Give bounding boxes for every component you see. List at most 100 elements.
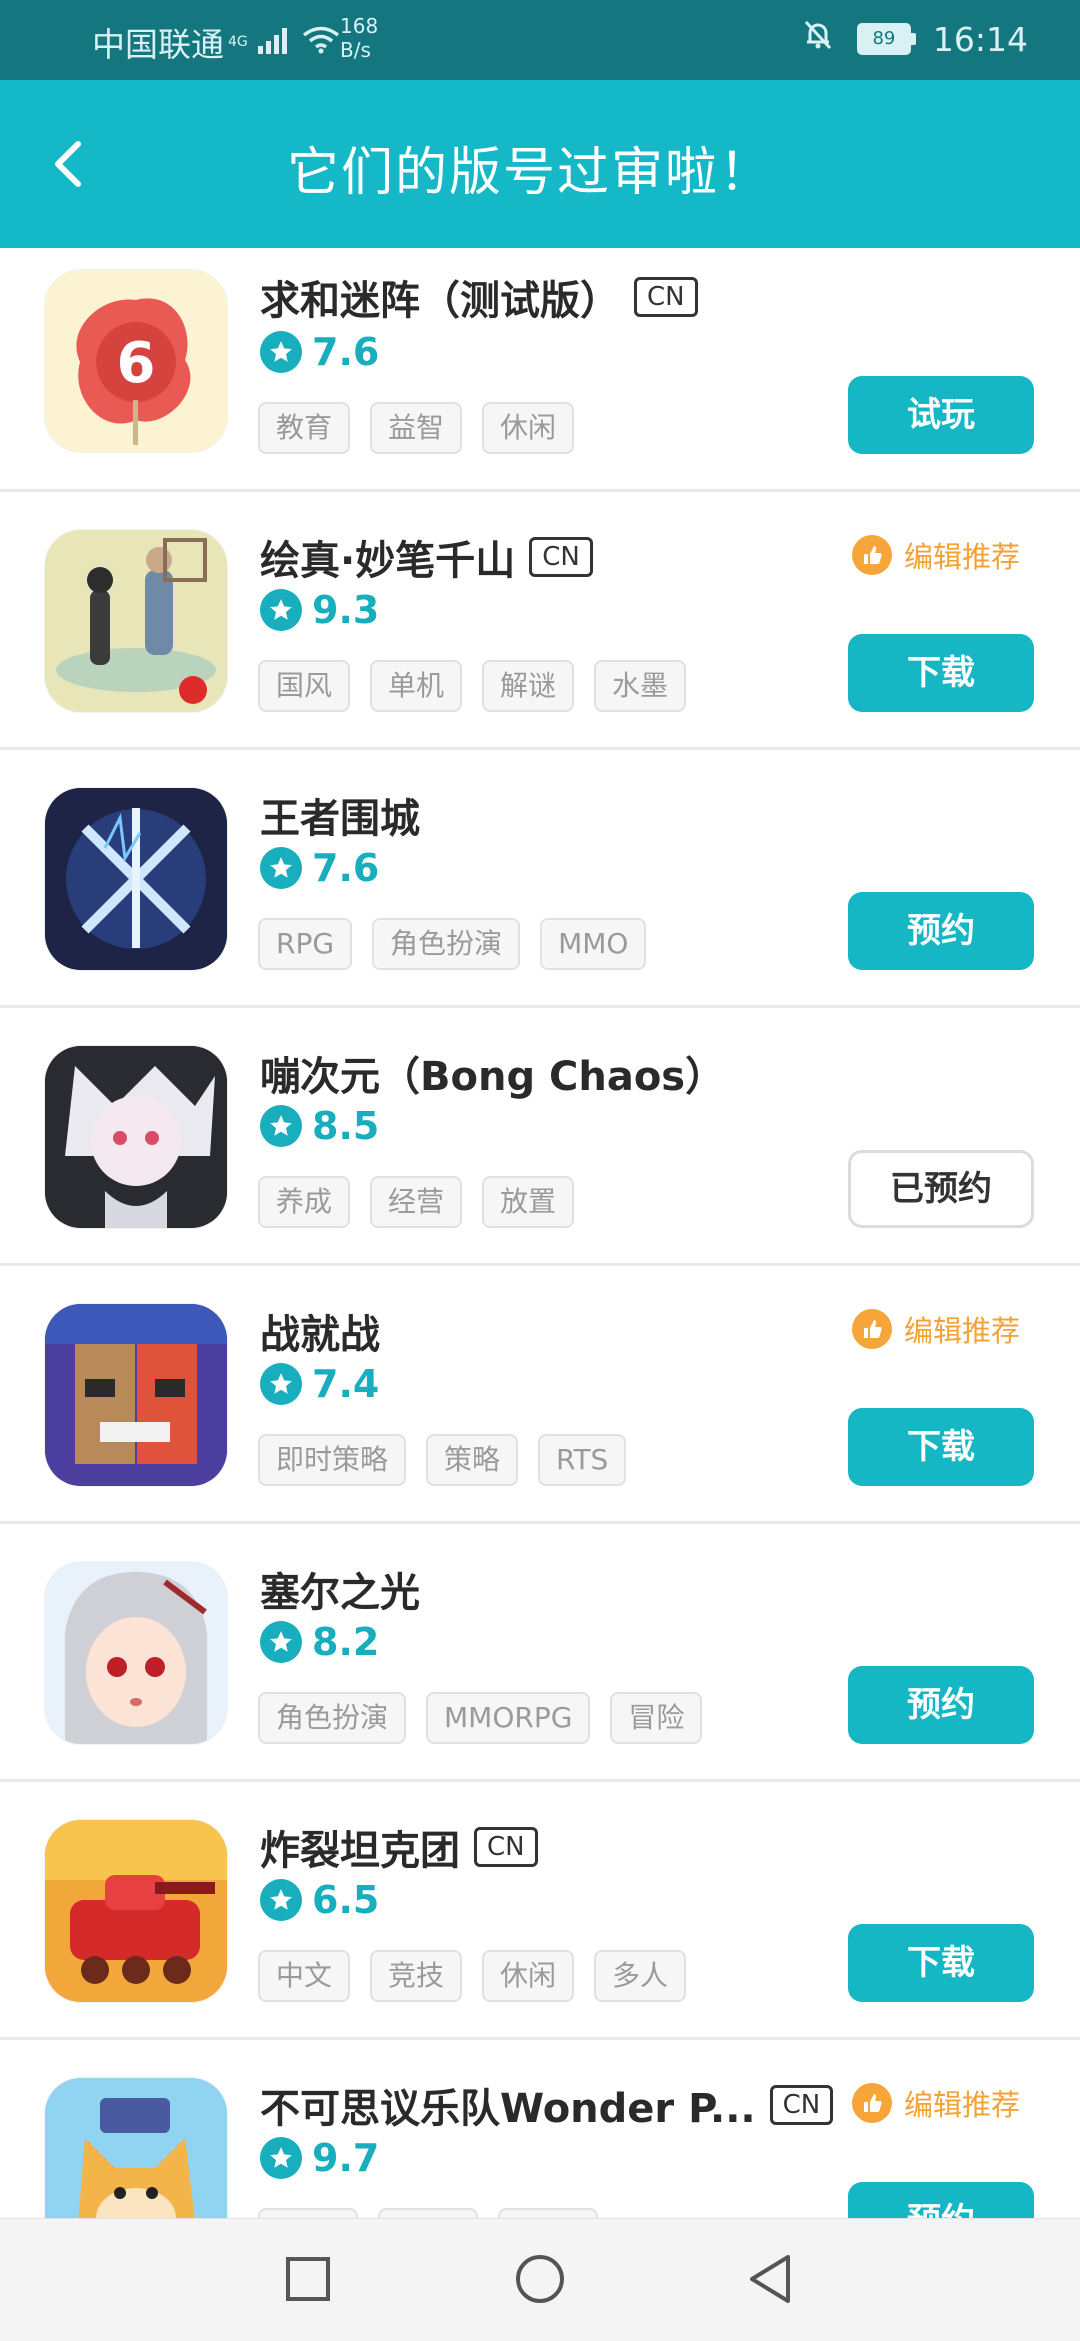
app-icon[interactable] <box>45 788 227 970</box>
app-icon[interactable] <box>45 1820 227 2002</box>
thumbs-up-icon <box>852 1309 892 1349</box>
home-button[interactable] <box>510 2249 570 2309</box>
app-name[interactable]: 战就战 <box>260 1302 380 1360</box>
tag[interactable]: MMORPG <box>426 1692 591 1744</box>
rating: 9.7 <box>260 2136 379 2180</box>
svg-text:6: 6 <box>117 331 156 396</box>
status-left: 中国联通 4G <box>92 18 340 66</box>
app-name[interactable]: 绘真·妙笔千山 CN <box>260 528 593 586</box>
mute-bell-icon <box>801 18 835 60</box>
list-item[interactable]: 绘真·妙笔千山 CN 编辑推荐 9.3 国风 单机 解谜 水墨 下载 <box>0 492 1080 750</box>
wifi-icon <box>302 23 340 62</box>
carrier-label: 中国联通 <box>92 25 224 64</box>
list-item[interactable]: 战就战 编辑推荐 7.4 即时策略 策略 RTS 下载 <box>0 1266 1080 1524</box>
app-name[interactable]: 塞尔之光 <box>260 1560 420 1618</box>
reserved-button[interactable]: 已预约 <box>848 1150 1034 1228</box>
tag[interactable]: 益智 <box>370 402 463 454</box>
tag[interactable]: 角色扮演 <box>258 1692 407 1744</box>
tag[interactable]: RPG <box>258 918 353 970</box>
star-icon <box>260 1363 302 1405</box>
square-icon <box>286 2257 330 2301</box>
tag[interactable]: MMO <box>540 918 647 970</box>
reserve-button[interactable]: 预约 <box>848 892 1034 970</box>
app-name[interactable]: 求和迷阵（测试版） CN <box>260 268 698 326</box>
star-icon <box>260 589 302 631</box>
app-header: 它们的版号过审啦！ <box>0 80 1080 248</box>
app-list[interactable]: 6 求和迷阵（测试版） CN 7.6 教育 益智 休闲 试玩 绘真·妙笔千山 C… <box>0 248 1080 2218</box>
thumbs-up-icon <box>852 535 892 575</box>
list-item[interactable]: 6 求和迷阵（测试版） CN 7.6 教育 益智 休闲 试玩 <box>0 248 1080 492</box>
tag-list: 养成 经营 放置 <box>258 1176 575 1228</box>
app-icon[interactable] <box>45 1046 227 1228</box>
rating: 8.5 <box>260 1104 379 1148</box>
tag[interactable]: 单机 <box>370 660 463 712</box>
app-icon[interactable] <box>45 530 227 712</box>
tag[interactable] <box>498 2208 598 2218</box>
tag[interactable]: 角色扮演 <box>372 918 521 970</box>
tag-list: 国风 单机 解谜 水墨 <box>258 660 687 712</box>
cn-badge: CN <box>769 2085 834 2125</box>
tag-list: 教育 益智 休闲 <box>258 402 575 454</box>
list-item[interactable]: 王者围城 7.6 RPG 角色扮演 MMO 预约 <box>0 750 1080 1008</box>
tag[interactable]: 教育 <box>258 402 351 454</box>
app-name[interactable]: 王者围城 <box>260 786 420 844</box>
recent-apps-button[interactable] <box>278 2249 338 2309</box>
tag[interactable]: 休闲 <box>482 1950 575 2002</box>
tag[interactable]: 即时策略 <box>258 1434 407 1486</box>
rating: 9.3 <box>260 588 379 632</box>
star-icon <box>260 331 302 373</box>
trial-button[interactable]: 试玩 <box>848 376 1034 454</box>
network-type: 4G <box>228 34 248 50</box>
rating: 6.5 <box>260 1878 379 1922</box>
download-button[interactable]: 下载 <box>848 1408 1034 1486</box>
app-name[interactable]: 炸裂坦克团 CN <box>260 1818 538 1876</box>
back-nav-button[interactable] <box>740 2249 800 2309</box>
list-item[interactable]: 塞尔之光 8.2 角色扮演 MMORPG 冒险 预约 <box>0 1524 1080 1782</box>
tag[interactable]: 冒险 <box>610 1692 703 1744</box>
app-icon[interactable] <box>45 1562 227 1744</box>
tag[interactable]: 休闲 <box>482 402 575 454</box>
app-icon[interactable] <box>45 1304 227 1486</box>
download-button[interactable]: 下载 <box>848 1924 1034 2002</box>
tag[interactable]: 中文 <box>258 1950 351 2002</box>
tag[interactable]: RTS <box>538 1434 627 1486</box>
tag[interactable]: 多人 <box>594 1950 687 2002</box>
list-item[interactable]: 嘣次元（Bong Chaos） 8.5 养成 经营 放置 已预约 <box>0 1008 1080 1266</box>
status-right: 89 16:14 <box>801 18 1028 60</box>
star-icon <box>260 1879 302 1921</box>
list-item[interactable]: 不可思议乐队Wonder P... CN 编辑推荐 9.7 预约 <box>0 2040 1080 2218</box>
app-icon[interactable] <box>45 2078 227 2218</box>
list-item[interactable]: 炸裂坦克团 CN 6.5 中文 竞技 休闲 多人 下载 <box>0 1782 1080 2040</box>
circle-icon <box>516 2255 564 2303</box>
tag-list: 中文 竞技 休闲 多人 <box>258 1950 687 2002</box>
tag[interactable]: 放置 <box>482 1176 575 1228</box>
tag[interactable]: 竞技 <box>370 1950 463 2002</box>
cn-badge: CN <box>474 1827 538 1867</box>
star-icon <box>260 2137 302 2179</box>
editor-recommend-badge: 编辑推荐 <box>852 1308 1020 1350</box>
tag[interactable]: 水墨 <box>594 660 687 712</box>
triangle-back-icon <box>750 2255 790 2303</box>
tag[interactable]: 解谜 <box>482 660 575 712</box>
battery-indicator: 89 <box>856 23 916 55</box>
tag[interactable]: 养成 <box>258 1176 351 1228</box>
page-title: 它们的版号过审啦！ <box>286 143 773 203</box>
reserve-button[interactable]: 预约 <box>848 2182 1034 2218</box>
tag[interactable] <box>258 2208 358 2218</box>
tag[interactable]: 国风 <box>258 660 351 712</box>
system-nav-bar <box>0 2218 1080 2341</box>
reserve-button[interactable]: 预约 <box>848 1666 1034 1744</box>
thumbs-up-icon <box>852 2083 892 2123</box>
download-button[interactable]: 下载 <box>848 634 1034 712</box>
network-speed: 168 B/s <box>340 14 379 62</box>
tag-list: RPG 角色扮演 MMO <box>258 918 647 970</box>
rating: 7.4 <box>260 1362 379 1406</box>
tag[interactable]: 经营 <box>370 1176 463 1228</box>
app-name[interactable]: 不可思议乐队Wonder P... CN <box>260 2076 834 2134</box>
app-icon[interactable]: 6 <box>45 270 227 452</box>
tag[interactable] <box>378 2208 478 2218</box>
tag[interactable]: 策略 <box>426 1434 519 1486</box>
star-icon <box>260 1621 302 1663</box>
app-name[interactable]: 嘣次元（Bong Chaos） <box>260 1044 725 1102</box>
star-icon <box>260 847 302 889</box>
